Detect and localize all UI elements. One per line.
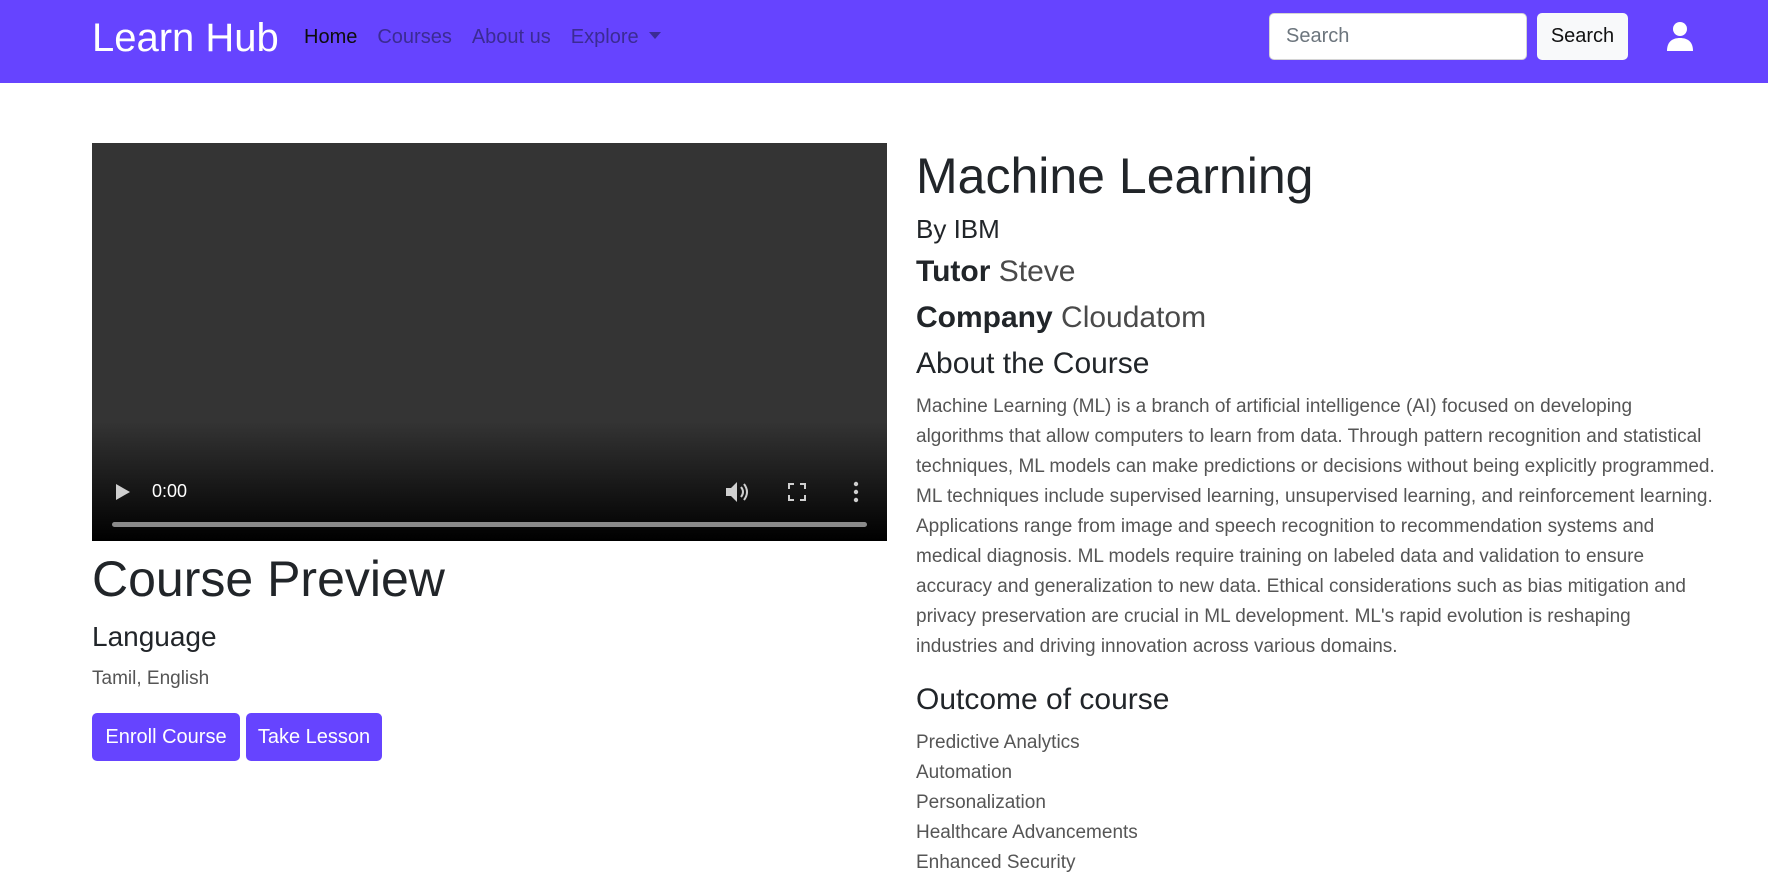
outcome-item: Personalization [916,792,1046,813]
tutor-line: Tutor Steve [916,253,1075,291]
outcome-heading: Outcome of course [916,683,1170,716]
caret-down-icon [648,32,661,40]
user-icon[interactable] [1667,21,1693,51]
course-preview-title: Course Preview [92,551,445,607]
nav-dropdown-label: Explore [570,26,639,48]
fullscreen-icon[interactable] [788,483,806,501]
nav-link-home[interactable]: Home [304,24,357,50]
volume-icon[interactable] [726,481,750,503]
company-line: Company Cloudatom [916,299,1206,337]
nav-links: Home Courses About us Explore [304,24,661,50]
play-icon[interactable] [116,484,130,500]
outcome-list: Predictive Analytics Automation Personal… [916,728,1138,878]
outcome-item: Healthcare Advancements [916,822,1138,843]
tutor-name: Steve [998,255,1076,288]
company-label: Company [916,301,1053,334]
nav-link-courses[interactable]: Courses [377,24,451,50]
more-options-icon[interactable] [853,481,859,503]
course-title: Machine Learning [916,148,1314,204]
navbar: Learn Hub Home Courses About us Explore … [0,0,1768,83]
take-lesson-button[interactable]: Take Lesson [246,713,382,761]
about-course-text: Machine Learning (ML) is a branch of art… [916,396,1715,657]
video-controls: 0:00 [92,461,887,541]
tutor-label: Tutor [916,255,991,288]
course-video-player[interactable]: 0:00 [92,143,887,541]
nav-dropdown-explore[interactable]: Explore [571,24,661,50]
outcome-item: Automation [916,762,1013,783]
brand-logo[interactable]: Learn Hub [92,14,279,62]
language-value: Tamil, English [92,668,210,689]
language-heading: Language [92,621,217,652]
course-provider: By IBM [916,214,1000,244]
search-input[interactable] [1269,13,1527,60]
video-progress-bar[interactable] [112,522,867,527]
search-button[interactable]: Search [1537,13,1628,60]
outcome-item: Predictive Analytics [916,732,1080,753]
outcome-item: Enhanced Security [916,852,1076,873]
video-time: 0:00 [152,481,188,501]
enroll-course-button[interactable]: Enroll Course [92,713,240,761]
about-course-heading: About the Course [916,347,1150,380]
nav-link-about[interactable]: About us [472,24,551,50]
company-name: Cloudatom [1061,301,1207,334]
